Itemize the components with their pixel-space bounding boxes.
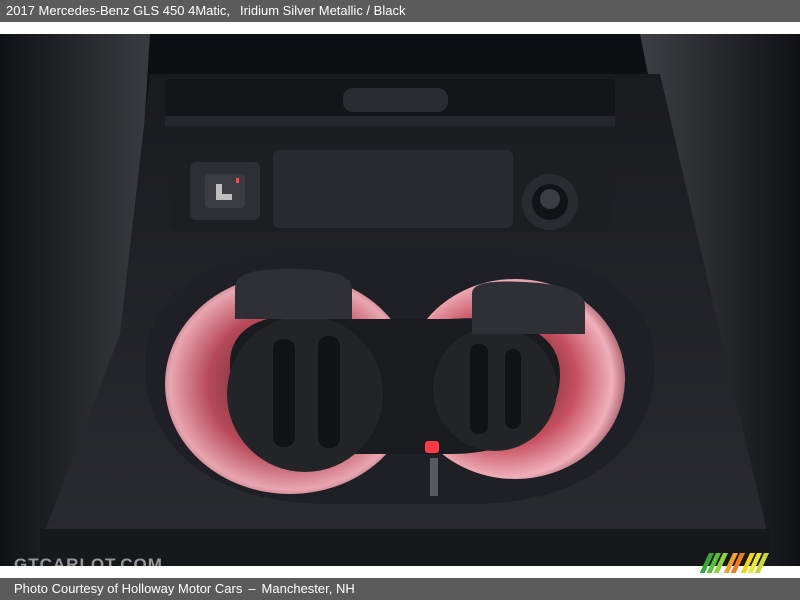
vehicle-title: 2017 Mercedes-Benz GLS 450 4Matic, [6, 3, 231, 18]
photo-credit: Photo Courtesy of Holloway Motor Cars [14, 581, 243, 596]
indicator-light [425, 441, 439, 453]
caption-footer: Photo Courtesy of Holloway Motor Cars – Ma… [0, 578, 800, 600]
watermark: GTCARLOT.COM [14, 555, 163, 574]
caption-header: 2017 Mercedes-Benz GLS 450 4Matic, Iridiu… [0, 0, 800, 22]
console-photo [0, 34, 800, 566]
storage-tray [273, 150, 513, 228]
left-flap [235, 269, 352, 319]
dealer-location: Manchester, NH [261, 581, 355, 596]
lid-latch [343, 88, 448, 112]
right-flap [472, 281, 585, 334]
color-stripes-logo [699, 553, 769, 573]
vehicle-color: Iridium Silver Metallic / Black [240, 3, 406, 18]
